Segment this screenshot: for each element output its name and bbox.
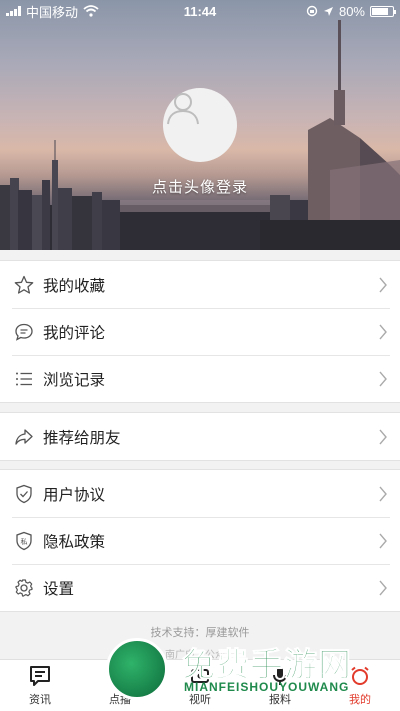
chevron-right-icon [372, 429, 394, 445]
menu-item-history[interactable]: 浏览记录 [0, 355, 400, 402]
login-prompt[interactable]: 点击头像登录 [0, 176, 400, 197]
share-icon [14, 427, 34, 447]
bottom-tab-bar: 资讯 点播 视听 报料 我的 [0, 659, 400, 711]
shield-check-icon [14, 484, 34, 504]
chevron-right-icon [372, 371, 394, 387]
battery-percent: 80% [338, 3, 365, 19]
menu-item-settings[interactable]: 设置 [0, 564, 400, 611]
orientation-lock-icon [306, 5, 318, 17]
signal-icon [6, 6, 21, 16]
list-icon [14, 369, 34, 389]
menu-item-privacy-policy[interactable]: 私 隐私政策 [0, 517, 400, 564]
menu-group-share: 推荐给朋友 [0, 412, 400, 461]
tab-label: 点播 [109, 694, 131, 706]
menu-group-settings: 用户协议 私 隐私政策 设置 [0, 469, 400, 612]
vod-icon [110, 668, 130, 684]
status-time: 11:44 [183, 3, 217, 19]
battery-icon [370, 5, 396, 17]
comment-icon [14, 322, 34, 342]
menu-item-comments[interactable]: 我的评论 [0, 308, 400, 355]
wifi-icon [83, 5, 99, 17]
tech-support-text: 技术支持：厚建软件 [150, 627, 250, 639]
tab-label: 视听 [189, 694, 211, 706]
avatar[interactable] [163, 88, 237, 162]
menu-item-favorites[interactable]: 我的收藏 [0, 261, 400, 308]
tab-report[interactable]: 报料 [240, 660, 320, 711]
menu-item-label: 隐私政策 [43, 533, 106, 551]
tab-label: 资讯 [29, 694, 51, 706]
carrier-label: 中国移动 [26, 4, 79, 20]
tab-label: 报料 [269, 694, 291, 706]
menu-item-user-agreement[interactable]: 用户协议 [0, 470, 400, 517]
tab-mine[interactable]: 我的 [320, 660, 400, 711]
svg-text:私: 私 [21, 537, 28, 546]
av-icon [191, 669, 209, 683]
alarm-clock-icon [351, 666, 369, 685]
user-icon [167, 93, 199, 125]
menu-item-label: 浏览记录 [43, 371, 106, 389]
star-icon [14, 275, 34, 295]
chevron-right-icon [372, 486, 394, 502]
tab-av[interactable]: 视听 [160, 660, 240, 711]
tab-label: 我的 [349, 694, 371, 706]
menu-group-personal: 我的收藏 我的评论 浏览记录 [0, 260, 400, 403]
menu-item-recommend[interactable]: 推荐给朋友 [0, 413, 400, 460]
menu-item-label: 我的收藏 [43, 277, 106, 295]
menu-item-label: 推荐给朋友 [43, 429, 121, 447]
menu-item-label: 我的评论 [43, 324, 106, 342]
tab-news[interactable]: 资讯 [0, 660, 80, 711]
gear-icon [14, 578, 34, 598]
mic-icon [273, 667, 287, 685]
profile-header: 点击头像登录 [0, 0, 400, 250]
chevron-right-icon [372, 324, 394, 340]
location-arrow-icon [323, 6, 333, 16]
news-icon [30, 666, 50, 686]
chevron-right-icon [372, 580, 394, 596]
status-bar: 中国移动 11:44 80% [0, 0, 400, 22]
tab-vod[interactable]: 点播 [80, 660, 160, 711]
menu-item-label: 用户协议 [43, 486, 106, 504]
chevron-right-icon [372, 533, 394, 549]
menu-item-label: 设置 [43, 580, 75, 598]
chevron-right-icon [372, 277, 394, 293]
privacy-shield-icon: 私 [14, 531, 34, 551]
